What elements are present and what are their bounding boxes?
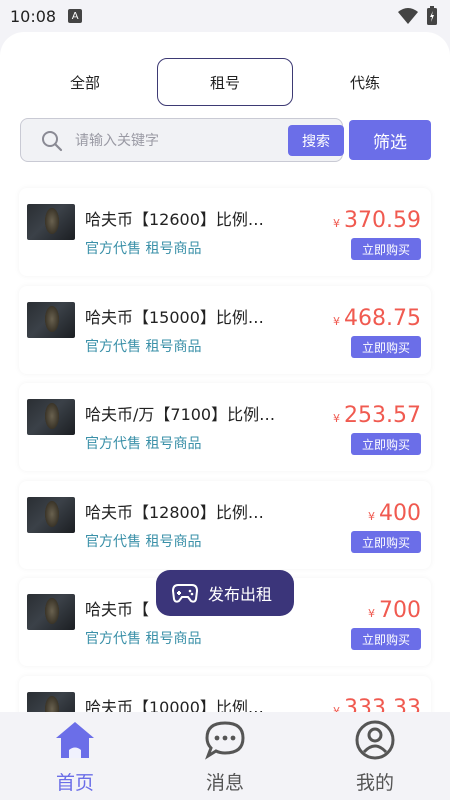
item-title: 哈夫币【12800】比例… <box>85 503 264 521</box>
item-tags: 官方代售 租号商品 <box>85 436 202 452</box>
price-value: 468.75 <box>344 306 421 331</box>
item-thumbnail <box>27 594 75 630</box>
currency-symbol: ¥ <box>333 412 341 425</box>
user-icon <box>355 720 395 760</box>
nav-profile-label: 我的 <box>355 772 394 794</box>
search-input[interactable] <box>75 129 275 153</box>
currency-symbol: ¥ <box>368 607 375 620</box>
item-title: 哈夫币/万【7100】比例… <box>85 405 276 423</box>
home-icon <box>56 722 94 758</box>
item-title: 哈夫币【12600】比例… <box>85 210 264 228</box>
category-tabs: 全部 租号 代练 <box>0 58 450 106</box>
list-item[interactable]: 哈夫币/万【7100】比例… 官方代售 租号商品 ¥253.57 立即购买 <box>19 383 431 471</box>
item-price: ¥700 <box>368 598 421 623</box>
status-icons <box>398 6 438 26</box>
nav-home-label: 首页 <box>55 772 94 794</box>
chat-icon <box>205 721 245 760</box>
gamepad-icon <box>172 584 198 603</box>
price-value: 370.59 <box>344 208 421 233</box>
nav-messages-label: 消息 <box>205 772 244 794</box>
search-icon <box>42 131 63 152</box>
publish-rent-label: 发布出租 <box>208 585 273 604</box>
filter-button[interactable]: 筛选 <box>349 120 431 160</box>
notification-icon: A <box>68 9 83 23</box>
list-item[interactable]: 哈夫币【12800】比例… 官方代售 租号商品 ¥400 立即购买 <box>19 481 431 569</box>
item-price: ¥468.75 <box>333 306 421 331</box>
item-tags: 官方代售 租号商品 <box>85 339 202 355</box>
item-price: ¥400 <box>368 501 421 526</box>
nav-messages[interactable]: 消息 <box>175 720 275 796</box>
buy-now-button[interactable]: 立即购买 <box>351 628 421 650</box>
tab-boost[interactable]: 代练 <box>305 58 425 106</box>
bottom-nav: 首页 消息 我的 <box>0 712 450 800</box>
status-time: 10:08 <box>10 6 57 26</box>
publish-rent-button[interactable]: 发布出租 <box>156 570 294 616</box>
price-value: 700 <box>379 598 421 623</box>
price-value: 400 <box>379 501 421 526</box>
list-item[interactable]: 哈夫币【12600】比例… 官方代售 租号商品 ¥370.59 立即购买 <box>19 188 431 276</box>
buy-now-button[interactable]: 立即购买 <box>351 238 421 260</box>
wifi-icon <box>398 8 418 24</box>
nav-profile[interactable]: 我的 <box>325 720 425 796</box>
item-thumbnail <box>27 302 75 338</box>
item-thumbnail <box>27 399 75 435</box>
tab-all[interactable]: 全部 <box>25 58 145 106</box>
item-price: ¥253.57 <box>333 403 421 428</box>
search-box: 搜索 <box>20 118 344 162</box>
tab-rent[interactable]: 租号 <box>157 58 293 106</box>
item-thumbnail <box>27 497 75 533</box>
currency-symbol: ¥ <box>333 315 341 328</box>
item-title: 哈夫币【15000】比例… <box>85 308 264 326</box>
buy-now-button[interactable]: 立即购买 <box>351 433 421 455</box>
item-thumbnail <box>27 204 75 240</box>
item-price: ¥370.59 <box>333 208 421 233</box>
status-bar: 10:08 A <box>0 0 450 32</box>
buy-now-button[interactable]: 立即购买 <box>351 336 421 358</box>
buy-now-button[interactable]: 立即购买 <box>351 531 421 553</box>
price-value: 253.57 <box>344 403 421 428</box>
item-tags: 官方代售 租号商品 <box>85 241 202 257</box>
search-button[interactable]: 搜索 <box>288 125 344 156</box>
item-tags: 官方代售 租号商品 <box>85 534 202 550</box>
currency-symbol: ¥ <box>368 510 375 523</box>
item-tags: 官方代售 租号商品 <box>85 631 202 647</box>
battery-icon <box>427 6 437 25</box>
list-item[interactable]: 哈夫币【15000】比例… 官方代售 租号商品 ¥468.75 立即购买 <box>19 286 431 374</box>
nav-home[interactable]: 首页 <box>25 720 125 796</box>
currency-symbol: ¥ <box>333 217 341 230</box>
